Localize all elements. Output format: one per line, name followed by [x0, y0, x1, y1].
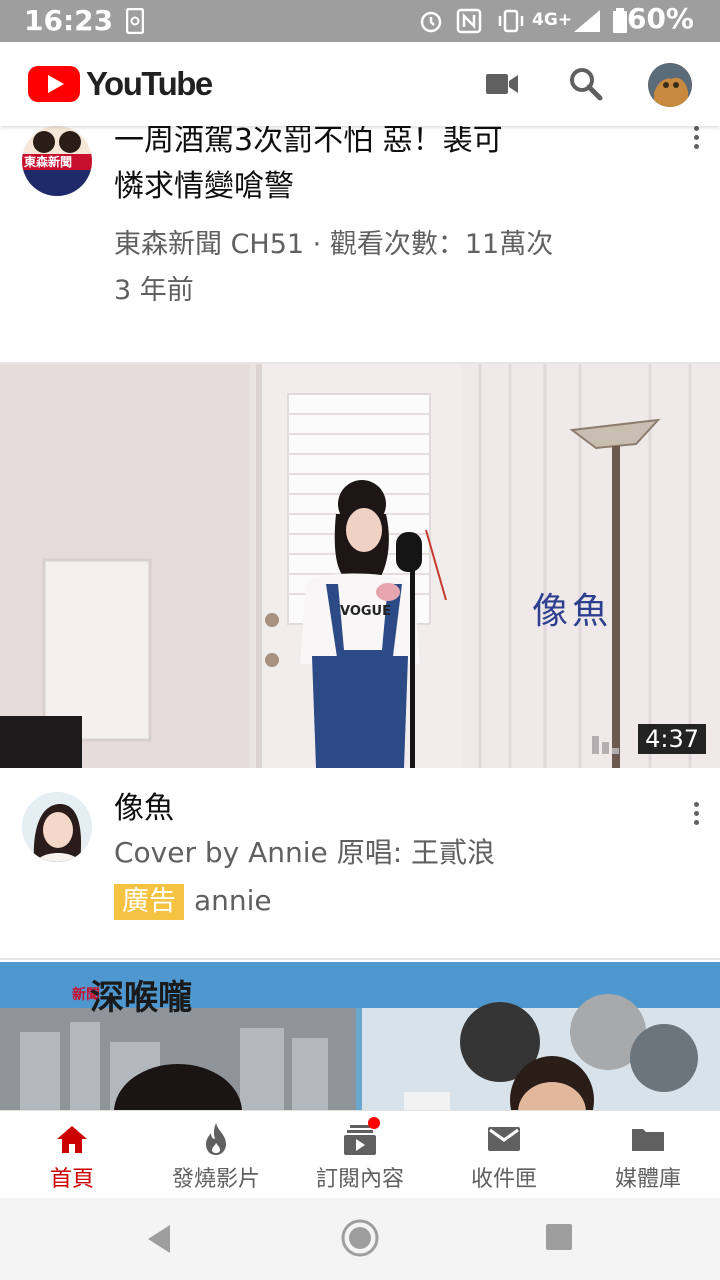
video-duration: 4:37	[638, 724, 706, 754]
battery-icon	[613, 8, 627, 33]
account-avatar[interactable]	[648, 63, 692, 107]
nav-inbox[interactable]: 收件匣	[432, 1111, 576, 1198]
more-options-icon[interactable]	[684, 126, 708, 162]
nav-label: 媒體庫	[614, 1167, 681, 1192]
channel-name[interactable]: annie	[194, 884, 272, 917]
youtube-play-icon	[28, 66, 80, 102]
video-title[interactable]: 像魚	[114, 786, 174, 832]
flame-icon	[206, 1123, 226, 1155]
bottom-nav: 首頁 發燒影片 訂閱內容 收件匣 媒體庫	[0, 1110, 720, 1198]
video-feed[interactable]: 東森新聞 一周酒駕3次罰不怕 惡！裴可 憐求情變嗆警 東森新聞 CH51 · 觀…	[0, 126, 720, 1110]
mail-icon	[488, 1127, 520, 1151]
notification-dot	[368, 1117, 380, 1129]
search-icon[interactable]	[566, 64, 606, 104]
channel-avatar[interactable]	[22, 792, 92, 862]
divider	[0, 958, 720, 960]
video-title-line1: 一周酒駕3次罰不怕 惡！裴可	[114, 126, 503, 158]
nav-trending[interactable]: 發燒影片	[144, 1111, 288, 1198]
ad-badge: 廣告	[114, 884, 184, 920]
nav-label: 首頁	[49, 1167, 94, 1192]
camera-icon[interactable]	[482, 64, 522, 104]
network-type: 4G+	[532, 10, 573, 30]
video-title-line2: 憐求情變嗆警	[114, 169, 294, 204]
video-item[interactable]: 東森新聞 一周酒駕3次罰不怕 惡！裴可 憐求情變嗆警 東森新聞 CH51 · 觀…	[0, 126, 720, 362]
thumbnail-shirt-text: VOGUE	[340, 604, 391, 619]
more-options-icon[interactable]	[684, 798, 708, 838]
signal-icon	[574, 10, 600, 32]
back-icon[interactable]	[144, 1222, 174, 1256]
logo-text: YouTube	[86, 65, 213, 102]
alarm-icon	[420, 11, 442, 33]
thumbnail-image	[0, 364, 720, 768]
app-bar: YouTube	[0, 42, 720, 126]
nav-label: 發燒影片	[171, 1167, 260, 1192]
video-meta: 東森新聞 CH51 · 觀看次數：11萬次 3 年前	[114, 222, 553, 314]
banner-text: 深喉嚨	[90, 978, 192, 1018]
nav-library[interactable]: 媒體庫	[576, 1111, 720, 1198]
video-meta-line2: 3 年前	[114, 275, 194, 306]
thumbnail-overlay-text: 像魚	[532, 591, 613, 632]
channel-avatar[interactable]: 東森新聞	[22, 126, 92, 196]
home-button-icon[interactable]	[340, 1218, 380, 1258]
battery-level: 60%	[626, 2, 694, 35]
screenshot-icon	[126, 8, 144, 34]
avatar-image	[648, 63, 692, 107]
channel-avatar-image	[22, 792, 92, 862]
nav-label: 訂閱內容	[315, 1167, 404, 1192]
video-meta-line1: 東森新聞 CH51 · 觀看次數：11萬次	[114, 229, 554, 260]
recents-icon[interactable]	[544, 1222, 574, 1252]
ad-meta: 廣告 annie	[114, 878, 272, 924]
system-nav-bar	[0, 1198, 720, 1280]
nfc-icon	[456, 8, 482, 34]
channel-avatar-text: 東森新聞	[24, 155, 73, 169]
video-thumbnail[interactable]: 像魚 VOGUE 4:37	[0, 364, 720, 768]
home-icon	[57, 1126, 87, 1153]
status-time: 16:23	[24, 4, 114, 37]
video-title[interactable]: 一周酒駕3次罰不怕 惡！裴可 憐求情變嗆警	[114, 126, 503, 210]
folder-icon	[632, 1129, 664, 1151]
video-subtitle: Cover by Annie 原唱: 王貳浪	[114, 836, 496, 869]
nav-subscriptions[interactable]: 訂閱內容	[288, 1111, 432, 1198]
nav-home[interactable]: 首頁	[0, 1111, 144, 1198]
status-bar: 16:23 4G+ 60%	[0, 0, 720, 42]
nav-label: 收件匣	[470, 1167, 537, 1192]
youtube-logo[interactable]: YouTube	[28, 64, 213, 104]
video-thumbnail[interactable]: 新聞 深喉嚨	[0, 962, 720, 1110]
vibrate-icon	[498, 9, 524, 33]
